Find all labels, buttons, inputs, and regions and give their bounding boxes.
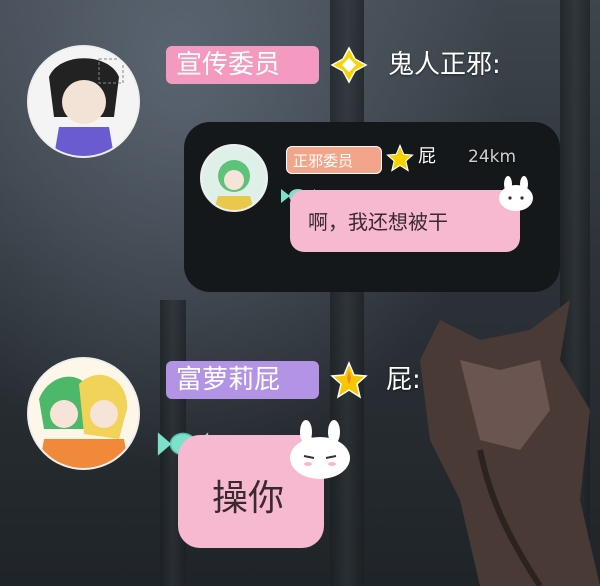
distance-label: 24km <box>468 147 517 167</box>
background-tree-trunk <box>330 0 364 586</box>
role-badge: 宣传委员 <box>166 46 319 84</box>
avatar-illustration <box>29 359 138 468</box>
avatar-illustration <box>202 146 266 210</box>
star-icon <box>386 144 414 172</box>
bunny-icon <box>290 420 350 479</box>
avatar <box>200 144 268 212</box>
quoted-message-card[interactable]: 正邪委员 屁 24km 啊，我还想被干 <box>184 122 560 292</box>
sender-name: 屁: <box>386 365 421 395</box>
avatar-illustration <box>29 47 138 156</box>
star-icon <box>330 361 368 399</box>
sender-name: 鬼人正邪: <box>388 50 501 80</box>
message-bubble: 啊，我还想被干 <box>290 190 520 252</box>
sender-name: 屁 <box>418 146 436 167</box>
bunny-icon <box>499 176 533 211</box>
avatar[interactable] <box>27 45 140 158</box>
star-icon <box>330 46 368 84</box>
role-badge: 正邪委员 <box>286 146 382 174</box>
message-text: 操你 <box>212 478 285 519</box>
avatar[interactable] <box>27 357 140 470</box>
role-badge: 富萝莉屁 <box>166 361 319 399</box>
background-creature-illustration <box>420 300 600 586</box>
message-text: 啊，我还想被干 <box>308 210 448 234</box>
